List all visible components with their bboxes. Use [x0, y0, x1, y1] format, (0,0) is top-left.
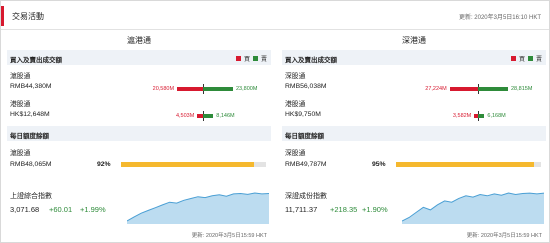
- sell-bar: [203, 87, 233, 91]
- quota-percent: 92%: [97, 161, 111, 168]
- connect-name: 港股通: [285, 101, 306, 108]
- buy-value: 20,580M: [152, 86, 175, 92]
- connect-amount: RMB44,380M: [10, 83, 52, 90]
- sell-value: 8,146M: [216, 113, 235, 119]
- trading-activity-widget: 交易活動 更新: 2020年3月5日16:10 HKT 滬港通 買入及賣出成交額…: [0, 0, 550, 243]
- quota-amount: RMB49,787M: [285, 161, 327, 168]
- panel-sz-connect: 深港通 買入及賣出成交額 買 賣 深股通 RMB56,038M 27,224M …: [282, 30, 546, 180]
- index-sse-composite[interactable]: 上證綜合指數 3,071.68 +60.01 +1.99% 更新: 2020年3…: [7, 186, 271, 241]
- quota-label: 每日額度餘額: [285, 133, 324, 140]
- index-szse-component[interactable]: 深證成份指數 11,711.37 +218.35 +1.90% 更新: 2020…: [282, 186, 546, 241]
- quota-progress-track: [396, 162, 541, 167]
- buy-value: 4,503M: [175, 113, 195, 119]
- connect-name: 深股通: [285, 73, 306, 80]
- index-change: +60.01: [49, 205, 73, 214]
- buy-bar: [449, 87, 478, 91]
- quota-percent: 95%: [372, 161, 386, 168]
- turnover-label: 買入及賣出成交額: [10, 57, 62, 64]
- quota-band: 每日額度餘額: [7, 126, 271, 141]
- quota-connect-name: 滬股通: [10, 150, 31, 157]
- quota-amount: RMB48,065M: [10, 161, 52, 168]
- buy-legend-swatch: [510, 56, 516, 61]
- buy-sell-legend: 買 賣: [235, 54, 267, 63]
- buy-sell-bar: 20,580M 23,800M: [153, 84, 267, 94]
- sell-bar: [478, 87, 508, 91]
- sell-legend-label: 賣: [260, 57, 267, 63]
- index-value: 11,711.37: [285, 205, 318, 214]
- index-updated-time: 更新: 2020年3月5日15:59 HKT: [191, 233, 267, 239]
- turnover-band: 買入及賣出成交額 買 賣: [7, 50, 271, 65]
- turnover-label: 買入及賣出成交額: [285, 57, 337, 64]
- buy-sell-legend: 買 賣: [510, 54, 542, 63]
- buy-bar: [177, 87, 203, 91]
- connect-amount: RMB56,038M: [285, 83, 327, 90]
- connect-amount: HK$9,750M: [285, 111, 321, 118]
- index-updated-time: 更新: 2020年3月5日15:59 HKT: [466, 233, 542, 239]
- quota-progress-fill: [121, 162, 255, 167]
- connect-name: 滬股通: [10, 73, 31, 80]
- widget-title: 交易活動: [12, 12, 44, 21]
- index-title: 深證成份指數: [285, 193, 327, 200]
- turnover-band: 買入及賣出成交額 買 賣: [282, 50, 546, 65]
- buy-legend-swatch: [235, 56, 241, 61]
- index-change-percent: +1.99%: [80, 205, 106, 214]
- sell-legend-swatch: [527, 56, 533, 61]
- index-title: 上證綜合指數: [10, 193, 52, 200]
- index-change: +218.35: [330, 205, 358, 214]
- index-intraday-chart: [127, 192, 269, 224]
- sell-value: 28,815M: [511, 86, 533, 92]
- index-intraday-chart: [402, 192, 544, 224]
- widget-updated-time: 更新: 2020年3月5日16:10 HKT: [458, 15, 541, 21]
- index-chart-area: [402, 193, 544, 224]
- panel-title: 滬港通: [127, 36, 151, 45]
- sell-value: 23,800M: [236, 86, 258, 92]
- header-accent: [1, 6, 4, 26]
- index-change-percent: +1.90%: [362, 205, 388, 214]
- buy-value: 3,582M: [452, 113, 472, 119]
- index-chart-area: [127, 193, 269, 224]
- panel-title: 深港通: [402, 36, 426, 45]
- buy-sell-bar: 27,224M 28,815M: [425, 84, 542, 94]
- quota-connect-name: 深股通: [285, 150, 306, 157]
- quota-progress-track: [121, 162, 266, 167]
- buy-sell-bar: 3,582M 6,168M: [432, 111, 542, 121]
- sell-legend-swatch: [252, 56, 258, 61]
- sell-legend-label: 賣: [535, 57, 542, 63]
- panel-sh-connect: 滬港通 買入及賣出成交額 買 賣 滬股通 RMB44,380M 20,580M …: [7, 30, 271, 180]
- connect-name: 港股通: [10, 101, 31, 108]
- quota-label: 每日額度餘額: [10, 133, 49, 140]
- sell-bar: [478, 114, 485, 118]
- sell-bar: [203, 114, 214, 118]
- buy-legend-label: 買: [243, 57, 250, 63]
- buy-sell-bar: 4,503M 8,146M: [157, 111, 267, 121]
- buy-value: 27,224M: [425, 86, 447, 92]
- index-value: 3,071.68: [10, 205, 40, 214]
- sell-value: 6,168M: [487, 113, 506, 119]
- connect-amount: HK$12,648M: [10, 111, 50, 118]
- quota-progress-fill: [396, 162, 534, 167]
- buy-legend-label: 買: [518, 57, 525, 63]
- quota-band: 每日額度餘額: [282, 126, 546, 141]
- widget-header: 交易活動 更新: 2020年3月5日16:10 HKT: [1, 1, 549, 30]
